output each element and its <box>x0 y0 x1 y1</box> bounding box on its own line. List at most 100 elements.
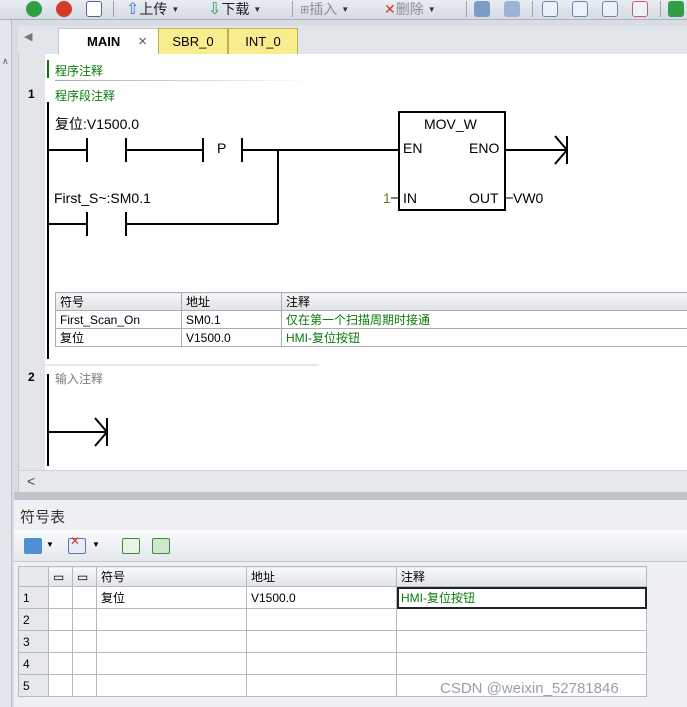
address-cell: SM0.1 <box>181 310 282 329</box>
create-symbols-icon[interactable] <box>122 538 140 554</box>
add-table-icon[interactable] <box>24 538 42 554</box>
symbol-cell[interactable] <box>96 630 247 653</box>
stop-icon <box>56 1 72 17</box>
run-button[interactable] <box>26 0 42 18</box>
up-arrow-icon: ⇧ <box>126 1 140 18</box>
collapse-arrow-icon[interactable]: ∧ <box>2 56 9 67</box>
symbol-cell[interactable]: 复位 <box>96 586 247 609</box>
network-icon[interactable] <box>474 1 490 17</box>
p-contact-label: P <box>217 140 227 156</box>
left-dock-strip: ∧ <box>0 20 12 707</box>
symbol-toolbar: ▼ ✕ ▼ <box>14 530 687 562</box>
address-cell[interactable] <box>246 674 397 697</box>
out-value[interactable]: VW0 <box>513 190 543 206</box>
in-value[interactable]: 1 <box>383 190 391 206</box>
window-close-icon[interactable] <box>632 1 648 17</box>
col-symbol: 符号 <box>96 566 247 587</box>
out-pin: OUT <box>469 190 499 206</box>
download-button[interactable]: ⇩ 下载 ▼ <box>208 0 261 18</box>
insert-label: 插入 <box>309 1 338 17</box>
window-left-icon[interactable] <box>572 1 588 17</box>
close-icon[interactable]: × <box>138 33 147 50</box>
chevron-down-icon: ▼ <box>427 4 436 14</box>
chevron-down-icon: ▼ <box>171 4 180 14</box>
comment-cell[interactable] <box>396 652 647 675</box>
tab-scroll-left-icon[interactable]: ◀ <box>24 30 32 43</box>
tab-int-0-label: INT_0 <box>245 34 281 49</box>
in-pin: IN <box>403 190 417 206</box>
address-cell[interactable] <box>246 630 397 653</box>
panel-title: 符号表 <box>20 509 66 526</box>
apply-symbols-icon[interactable] <box>152 538 170 554</box>
col-address: 地址 <box>246 566 397 587</box>
network-comment[interactable]: 输入注释 <box>55 370 103 387</box>
address-cell[interactable] <box>246 608 397 631</box>
eno-pin: ENO <box>469 140 500 156</box>
address-cell: V1500.0 <box>181 328 282 347</box>
row-number: 4 <box>18 652 49 675</box>
table-row: First_Scan_On SM0.1 仅在第一个扫描周期时接通 <box>55 310 687 329</box>
symbol-table-panel: 符号表 ▼ ✕ ▼ ▭ ▭ 符号 地址 注释 1 复位 V1500.0 HMI-… <box>14 500 687 707</box>
run-icon <box>26 1 42 17</box>
window-right-icon[interactable] <box>602 1 618 17</box>
scroll-left-icon[interactable]: < <box>27 473 35 489</box>
col-comment: 注释 <box>281 292 687 311</box>
chevron-down-icon[interactable]: ▼ <box>46 540 54 549</box>
panel-splitter[interactable] <box>14 492 687 500</box>
down-arrow-icon: ⇩ <box>208 1 222 18</box>
comment-cell[interactable]: HMI-复位按钮 <box>396 586 647 609</box>
main-toolbar: ⇧ 上传 ▼ ⇩ 下载 ▼ ⊞ 插入 ▼ ✕ 删除 ▼ <box>0 0 687 20</box>
compile-button[interactable] <box>86 0 102 18</box>
tab-sbr-0[interactable]: SBR_0 <box>158 28 228 54</box>
row-number: 2 <box>18 608 49 631</box>
window-icon[interactable] <box>542 1 558 17</box>
chevron-down-icon: ▼ <box>341 4 350 14</box>
table-row[interactable]: 4 <box>18 652 647 675</box>
insert-icon: ⊞ <box>300 3 310 16</box>
symbol-cell[interactable] <box>96 608 247 631</box>
delete-icon: ✕ <box>384 0 396 17</box>
horizontal-scrollbar[interactable]: < <box>19 470 687 492</box>
editor-tab-bar: ◀ MAIN × SBR_0 INT_0 <box>18 26 687 54</box>
symbol-cell[interactable] <box>96 652 247 675</box>
col-address: 地址 <box>181 292 282 311</box>
address-cell[interactable]: V1500.0 <box>246 586 397 609</box>
download-label: 下载 <box>221 1 250 17</box>
delete-label: 删除 <box>395 1 424 17</box>
overlap-column-icon: ▭ <box>72 566 97 587</box>
stop-button[interactable] <box>56 0 72 18</box>
table-row[interactable]: 3 <box>18 630 647 653</box>
symbol-cell: 复位 <box>55 328 182 347</box>
row-number: 3 <box>18 630 49 653</box>
export-icon[interactable] <box>668 1 684 17</box>
ladder-editor[interactable]: 程序注释 1 程序段注释 复位:V1500.0 First_S~:SM0.1 P… <box>18 54 687 492</box>
col-symbol: 符号 <box>55 292 182 311</box>
delete-x-icon: ✕ <box>70 534 81 548</box>
comment-cell[interactable] <box>396 608 647 631</box>
comment-cell: HMI-复位按钮 <box>281 328 687 347</box>
upload-button[interactable]: ⇧ 上传 ▼ <box>126 0 179 18</box>
tab-int-0[interactable]: INT_0 <box>228 28 298 54</box>
col-comment: 注释 <box>396 566 647 587</box>
insert-button[interactable]: ⊞ 插入 ▼ <box>300 0 349 18</box>
row-number: 1 <box>18 586 49 609</box>
watermark: CSDN @weixin_52781846 <box>440 680 619 697</box>
tab-main-label: MAIN <box>87 34 121 49</box>
row-number: 5 <box>18 674 49 697</box>
chevron-down-icon[interactable]: ▼ <box>92 540 100 549</box>
delete-button[interactable]: ✕ 删除 ▼ <box>384 0 436 18</box>
symbol-cell[interactable] <box>96 674 247 697</box>
address-cell[interactable] <box>246 652 397 675</box>
contact-1-symbol[interactable]: 复位:V1500.0 <box>55 114 139 134</box>
network-alt-icon[interactable] <box>504 1 520 17</box>
symbol-cell: First_Scan_On <box>55 310 182 329</box>
contact-2-symbol[interactable]: First_S~:SM0.1 <box>54 190 151 206</box>
chevron-down-icon: ▼ <box>253 4 262 14</box>
table-row[interactable]: 1 复位 V1500.0 HMI-复位按钮 <box>18 586 647 609</box>
mov-w-title[interactable]: MOV_W <box>424 116 477 132</box>
comment-cell[interactable] <box>396 630 647 653</box>
status-column-icon: ▭ <box>48 566 73 587</box>
table-row: 复位 V1500.0 HMI-复位按钮 <box>55 328 687 347</box>
tab-sbr-0-label: SBR_0 <box>172 34 214 49</box>
table-row[interactable]: 2 <box>18 608 647 631</box>
